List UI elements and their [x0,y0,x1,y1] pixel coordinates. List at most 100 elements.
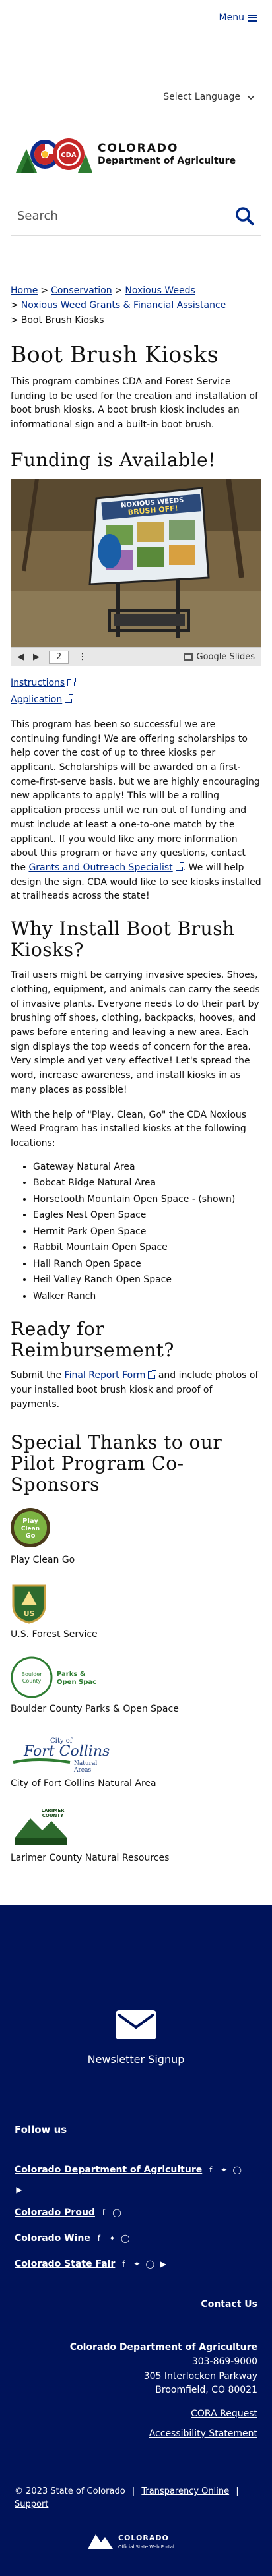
facebook-icon[interactable]: f [119,2260,128,2269]
instagram-icon[interactable]: ◯ [121,2234,130,2243]
instagram-icon[interactable]: ◯ [232,2165,242,2174]
list-item: Heil Valley Ranch Open Space [33,1272,261,1288]
breadcrumb-home[interactable]: Home [11,285,38,296]
previous-slide-icon[interactable]: ◀ [17,651,24,664]
search-bar[interactable]: Search [11,196,261,236]
reimbursement-heading: Ready for Reimbursement? [11,1318,174,1362]
sponsor-forest-service: US U.S. Forest Service [11,1578,261,1642]
twitter-icon[interactable]: ✦ [219,2165,228,2174]
breadcrumb-grants[interactable]: Noxious Weed Grants & Financial Assistan… [21,300,226,311]
svg-text:Clean: Clean [21,1526,40,1532]
breadcrumb-current: Boot Brush Kiosks [20,315,104,326]
application-link[interactable]: Application [11,694,62,705]
boulder-county-logo-icon: Boulder County Parks & Open Space [11,1656,96,1698]
grants-specialist-link[interactable]: Grants and Outreach Specialist [28,862,172,873]
kiosk-photo: NOXIOUS WEEDS BRUSH OFF! [11,479,261,648]
list-item: Hermit Park Open Space [33,1224,261,1240]
list-item: Walker Ranch [33,1288,261,1305]
svg-text:CDA: CDA [61,152,77,159]
portal-subtitle: Official State Web Portal [118,2544,174,2550]
breadcrumb: Home > Conservation > Noxious Weeds > Noxious… [11,285,226,326]
social-group-link[interactable]: Colorado Wine [15,2232,90,2246]
external-link-icon [175,862,184,871]
language-select[interactable]: Select Language [163,90,255,104]
sponsor-fort-collins: City of Fort Collins Natural Areas City … [11,1727,261,1791]
instagram-icon[interactable]: ◯ [145,2260,154,2269]
external-link-icon [148,1370,157,1379]
svg-text:Fort Collins: Fort Collins [23,1743,110,1760]
kiosk-photo-image: NOXIOUS WEEDS BRUSH OFF! [11,479,261,648]
address-line-1: 305 Interlocken Parkway [143,2370,257,2381]
colorado-portal-logo-icon: COLORADO Official State Web Portal [88,2534,174,2550]
locations-list: Gateway Natural Area Bobcat Ridge Natura… [33,1159,261,1305]
hamburger-icon [248,14,257,22]
address-line-2: Broomfield, CO 80021 [155,2385,257,2396]
language-label: Select Language [163,92,240,102]
search-icon[interactable] [235,206,255,226]
facebook-icon[interactable]: f [99,2208,108,2217]
envelope-icon [116,2010,156,2040]
list-item: Eagles Nest Open Space [33,1207,261,1224]
facebook-icon[interactable]: f [94,2234,104,2243]
forest-service-shield-icon: US [12,1584,46,1624]
instructions-link[interactable]: Instructions [11,678,65,688]
play-clean-go-logo-icon: Play Clean Go [11,1508,50,1548]
list-item: Rabbit Mountain Open Space [33,1240,261,1256]
fort-collins-logo-icon: City of Fort Collins Natural Areas [13,1737,110,1773]
svg-text:Boulder: Boulder [22,1671,43,1677]
youtube-icon[interactable]: ▶ [158,2260,168,2269]
accessibility-link[interactable]: Accessibility Statement [149,2428,257,2439]
follow-section: Follow us Colorado Department of Agricul… [0,2122,272,2271]
google-slides-brand[interactable]: Google Slides [183,651,255,664]
social-group-link[interactable]: Colorado State Fair [15,2258,115,2271]
funding-paragraph: This program has been so successful we a… [11,719,261,902]
slides-embed[interactable]: NOXIOUS WEEDS BRUSH OFF! ◀ ▶ 2 ⋮ Google … [11,479,261,667]
svg-text:Natural: Natural [74,1760,97,1767]
svg-text:US: US [24,1609,35,1618]
instagram-icon[interactable]: ◯ [112,2208,121,2217]
list-item: Gateway Natural Area [33,1159,261,1176]
svg-text:Parks &: Parks & [57,1671,86,1678]
logo-subtitle: Department of Agriculture [98,155,236,166]
external-link-icon [65,694,74,703]
final-report-link[interactable]: Final Report Form [65,1370,146,1381]
breadcrumb-conservation[interactable]: Conservation [51,285,112,296]
youtube-icon[interactable]: ▶ [15,2185,24,2194]
site-logo[interactable]: CDA COLORADO Department of Agriculture [0,108,272,174]
contact-us-link[interactable]: Contact Us [201,2299,257,2310]
facebook-icon[interactable]: f [206,2165,215,2174]
why-paragraph: Trail users might be carrying invasive s… [11,970,260,1095]
sponsor-larimer-county: LARIMER COUNTY Larimer County Natural Re… [11,1801,261,1865]
transparency-link[interactable]: Transparency Online [141,2486,229,2496]
slide-number[interactable]: 2 [49,650,69,664]
logo-title: COLORADO [98,142,179,156]
sponsor-boulder-county: Boulder County Parks & Open Space Boulde… [11,1652,261,1716]
social-group-link[interactable]: Colorado Department of Agriculture [15,2163,202,2177]
menu-label: Menu [219,12,244,23]
phone: 303-869-9000 [191,2356,257,2367]
site-footer: Newsletter Signup Follow us Colorado Dep… [0,1905,272,2576]
list-item: Hall Ranch Open Space [33,1256,261,1273]
menu-button[interactable]: Menu [219,11,257,25]
social-group-link[interactable]: Colorado Proud [15,2206,95,2220]
colorado-agriculture-logo-icon: CDA [16,138,92,173]
svg-text:Go: Go [25,1532,35,1540]
newsletter-signup[interactable]: Newsletter Signup [0,1905,272,2122]
search-input[interactable]: Search [17,207,58,225]
list-item: Bobcat Ridge Natural Area [33,1175,261,1191]
larimer-county-logo-icon: LARIMER COUNTY [11,1805,83,1848]
social-group: Colorado Wine f ✦ ◯ [15,2232,257,2246]
document-links: Instructions Application [11,675,261,707]
sponsor-name: City of Fort Collins Natural Area [11,1778,156,1789]
cora-request-link[interactable]: CORA Request [191,2409,257,2419]
twitter-icon[interactable]: ✦ [108,2234,117,2243]
page-title: Boot Brush Kiosks [11,342,219,368]
portal-title: COLORADO [118,2534,169,2542]
next-slide-icon[interactable]: ▶ [33,651,40,664]
breadcrumb-noxious-weeds[interactable]: Noxious Weeds [125,285,195,296]
more-options-icon[interactable]: ⋮ [78,651,86,664]
intro-paragraph: This program combines CDA and Forest Ser… [11,376,258,431]
state-portal-logo[interactable]: COLORADO Official State Web Portal [0,2511,272,2576]
twitter-icon[interactable]: ✦ [132,2260,141,2269]
support-link[interactable]: Support [15,2500,48,2509]
